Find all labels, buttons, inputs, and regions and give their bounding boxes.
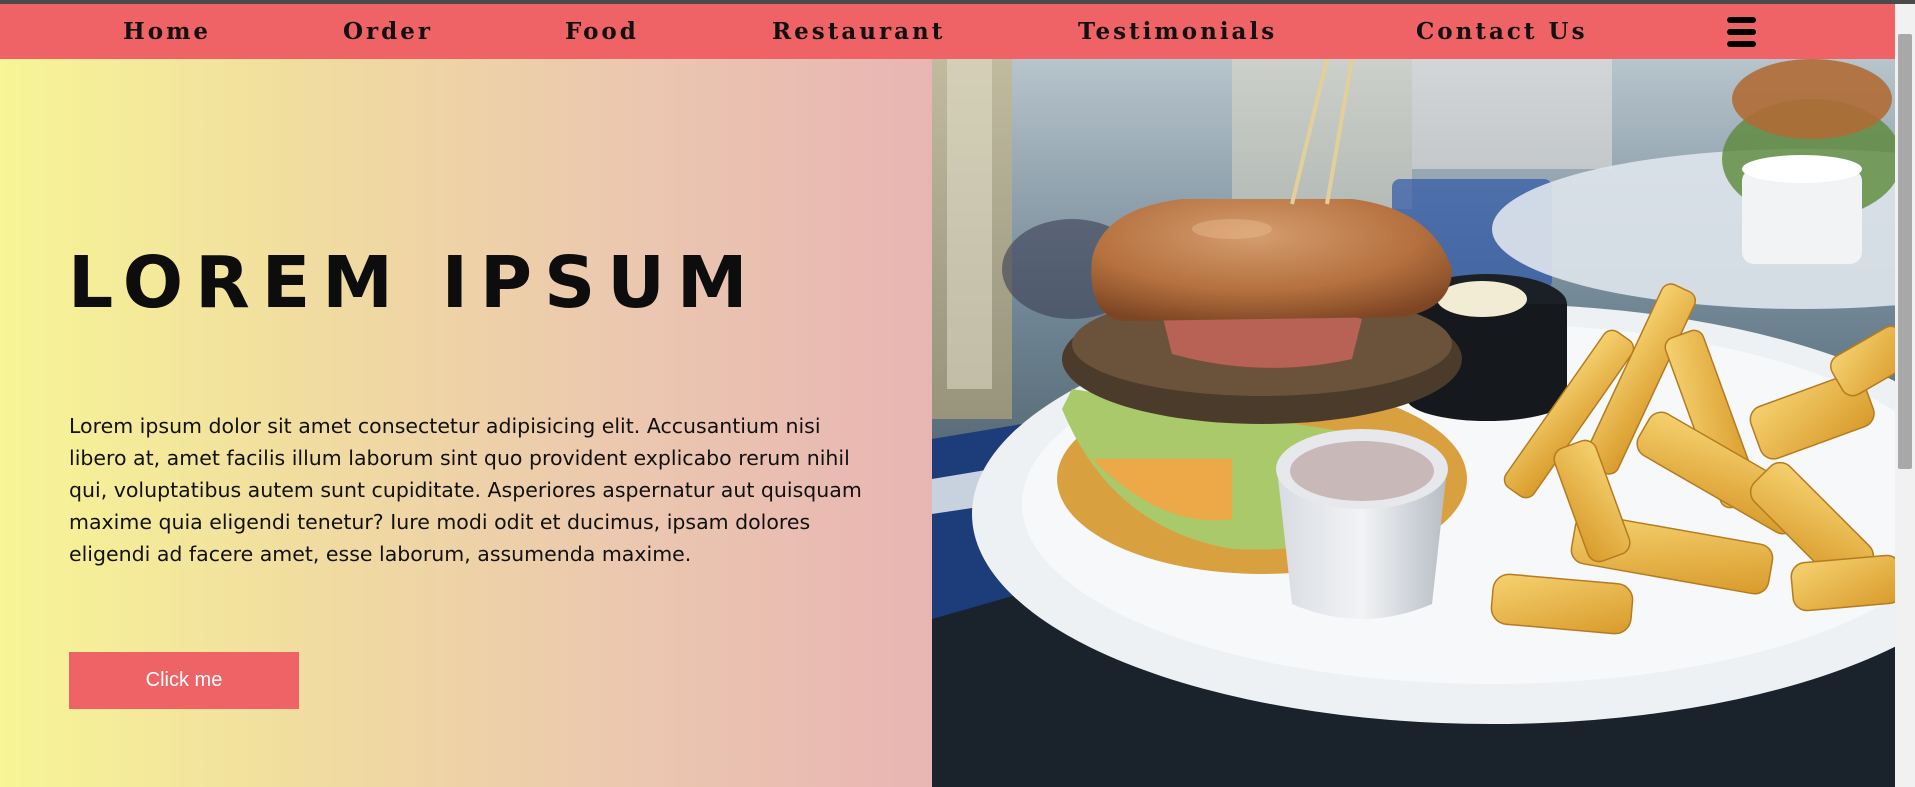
- hamburger-menu-icon[interactable]: [1727, 17, 1756, 49]
- nav-link-food[interactable]: Food: [565, 18, 639, 45]
- nav-link-order[interactable]: Order: [343, 18, 433, 45]
- nav-link-home[interactable]: Home: [123, 18, 211, 45]
- vertical-scrollbar[interactable]: [1895, 4, 1915, 787]
- click-me-button[interactable]: Click me: [69, 652, 299, 709]
- hero-title: LOREM IPSUM: [68, 241, 760, 324]
- nav-link-testimonials[interactable]: Testimonials: [1078, 18, 1277, 45]
- nav-link-contact-us[interactable]: Contact Us: [1416, 18, 1588, 45]
- hero-description: Lorem ipsum dolor sit amet consectetur a…: [69, 414, 862, 566]
- nav-link-restaurant[interactable]: Restaurant: [772, 18, 945, 45]
- hamburger-bar: [1727, 17, 1756, 23]
- scrollbar-thumb[interactable]: [1898, 34, 1912, 469]
- main-navbar: Home Order Food Restaurant Testimonials …: [0, 4, 1895, 59]
- burger-and-fries-photo: [932, 59, 1895, 787]
- hamburger-bar: [1727, 29, 1756, 35]
- hamburger-bar: [1727, 41, 1756, 47]
